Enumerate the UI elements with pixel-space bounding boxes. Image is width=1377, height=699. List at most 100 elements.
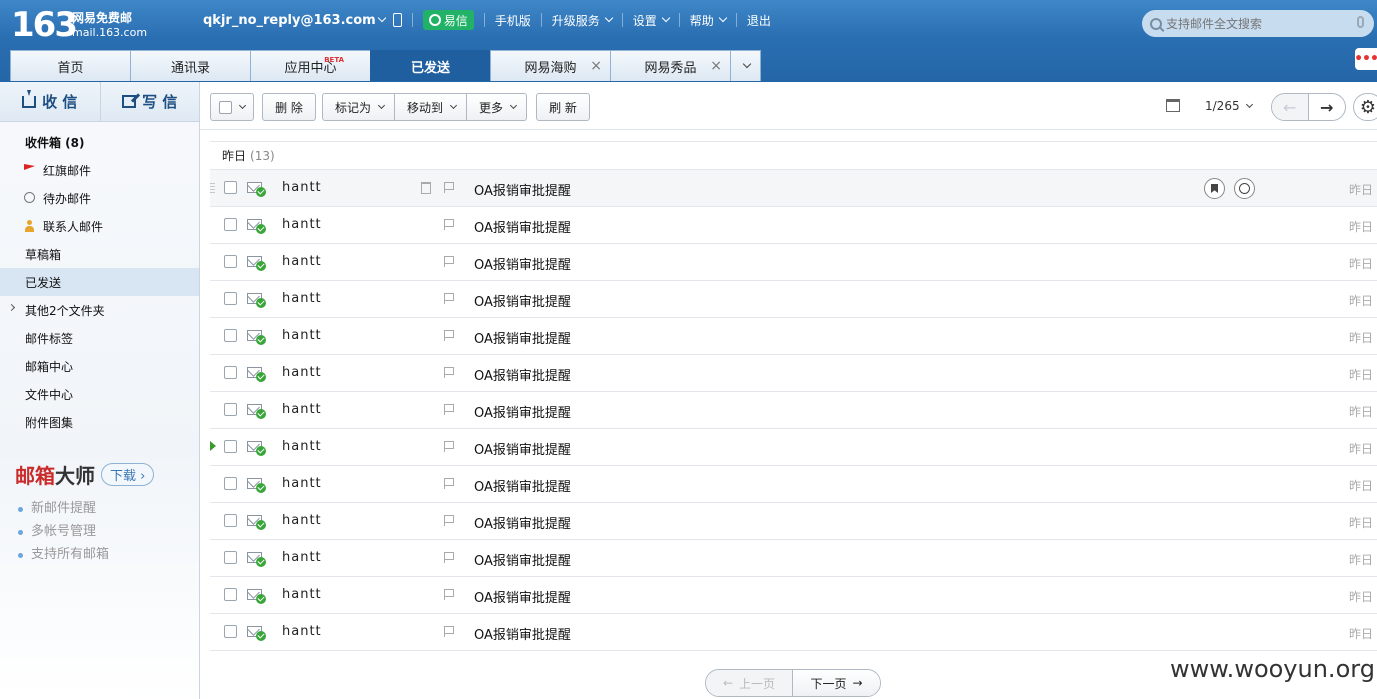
tab-app-center[interactable]: 应用中心 BETA (250, 50, 371, 81)
select-all-checkbox[interactable] (219, 100, 232, 114)
mail-row[interactable]: hantt OA报销审批提醒 昨日 (210, 466, 1377, 503)
search-box[interactable] (1142, 10, 1374, 37)
next-page-arrow-icon[interactable]: → (1309, 94, 1346, 120)
mail-row[interactable]: hantt OA报销审批提醒 昨日 (210, 614, 1377, 651)
folder-drafts[interactable]: 草稿箱 (0, 240, 199, 268)
logout-link[interactable]: 退出 (747, 12, 771, 29)
mark-as-button[interactable]: 标记为 (323, 94, 394, 120)
mail-row[interactable]: hantt OA报销审批提醒 昨日 (210, 392, 1377, 429)
mail-sender[interactable]: hantt (282, 402, 322, 417)
close-icon[interactable]: × (710, 58, 722, 74)
row-checkbox[interactable] (224, 329, 237, 342)
folder-inbox[interactable]: 收件箱 (8) (0, 128, 199, 156)
row-checkbox[interactable] (224, 292, 237, 305)
search-input[interactable] (1166, 16, 1346, 31)
folder-attachment-gallery[interactable]: 附件图集 (0, 408, 199, 436)
flag-icon[interactable] (444, 441, 454, 452)
mail-row[interactable]: hantt OA报销审批提醒 昨日 (210, 207, 1377, 244)
mail-row[interactable]: hantt OA报销审批提醒 昨日 (210, 244, 1377, 281)
mail-row[interactable]: hantt OA报销审批提醒 昨日 (210, 503, 1377, 540)
bookmark-button[interactable] (1204, 178, 1225, 199)
mail-sender[interactable]: hantt (282, 291, 322, 306)
tab-contacts[interactable]: 通讯录 (130, 50, 251, 81)
row-checkbox[interactable] (224, 588, 237, 601)
mail-row[interactable]: hantt OA报销审批提醒 昨日 (210, 577, 1377, 614)
tab-netease-xiupin[interactable]: 网易秀品 × (610, 50, 731, 81)
page-selector[interactable]: 1/265 (1205, 99, 1253, 113)
download-button[interactable]: 下载 › (101, 463, 155, 486)
row-checkbox[interactable] (224, 255, 237, 268)
more-options-button[interactable]: ••• (1354, 48, 1377, 70)
tab-more-button[interactable] (730, 50, 761, 81)
prev-page-button[interactable]: ← 上一页 (706, 670, 793, 696)
mail-row[interactable]: hantt OA报销审批提醒 昨日 (210, 355, 1377, 392)
gear-icon[interactable]: ⚙ (1353, 93, 1377, 121)
flag-icon[interactable] (444, 293, 454, 304)
refresh-button[interactable]: 刷 新 (536, 93, 590, 121)
mail-subject[interactable]: OA报销审批提醒 (474, 180, 571, 199)
mail-sender[interactable]: hantt (282, 550, 322, 565)
mail-subject[interactable]: OA报销审批提醒 (474, 624, 571, 643)
row-checkbox[interactable] (224, 514, 237, 527)
tab-home[interactable]: 首页 (10, 50, 131, 81)
flag-icon[interactable] (444, 367, 454, 378)
tab-netease-haigou[interactable]: 网易海购 × (490, 50, 611, 81)
upgrade-service-link[interactable]: 升级服务 (552, 12, 614, 29)
flag-icon[interactable] (444, 589, 454, 600)
move-to-button[interactable]: 移动到 (394, 94, 466, 120)
row-checkbox[interactable] (224, 366, 237, 379)
folder-mail-tags[interactable]: 邮件标签 (0, 324, 199, 352)
drag-handle-icon[interactable] (210, 183, 215, 193)
chevron-down-icon[interactable] (377, 13, 386, 23)
mail-subject[interactable]: OA报销审批提醒 (474, 439, 571, 458)
microphone-icon[interactable] (1357, 16, 1364, 28)
help-link[interactable]: 帮助 (690, 12, 728, 29)
search-icon[interactable] (1150, 17, 1162, 30)
logo[interactable]: 163 网易免费邮 mail.163.com (11, 7, 147, 43)
mail-sender[interactable]: hantt (282, 217, 322, 232)
mail-subject[interactable]: OA报销审批提醒 (474, 550, 571, 569)
row-checkbox[interactable] (224, 181, 237, 194)
folder-sent[interactable]: 已发送 (0, 268, 199, 296)
yixin-button[interactable]: 易信 (422, 10, 474, 30)
folder-file-center[interactable]: 文件中心 (0, 380, 199, 408)
reminder-button[interactable] (1234, 178, 1255, 199)
mail-row[interactable]: hantt OA报销审批提醒 昨日 (210, 429, 1377, 466)
mobile-version-link[interactable]: 手机版 (495, 12, 531, 29)
mail-subject[interactable]: OA报销审批提醒 (474, 402, 571, 421)
flag-icon[interactable] (444, 330, 454, 341)
mail-row[interactable]: hantt OA报销审批提醒 昨日 (210, 170, 1377, 207)
folder-mailbox-center[interactable]: 邮箱中心 (0, 352, 199, 380)
chevron-right-icon[interactable] (7, 303, 16, 312)
mail-row[interactable]: hantt OA报销审批提醒 昨日 (210, 540, 1377, 577)
mail-subject[interactable]: OA报销审批提醒 (474, 217, 571, 236)
user-email[interactable]: qkjr_no_reply@163.com (203, 13, 376, 28)
mail-sender[interactable]: hantt (282, 365, 322, 380)
mail-row[interactable]: hantt OA报销审批提醒 昨日 (210, 281, 1377, 318)
mail-sender[interactable]: hantt (282, 180, 322, 195)
flag-icon[interactable] (444, 256, 454, 267)
row-checkbox[interactable] (224, 551, 237, 564)
mail-subject[interactable]: OA报销审批提醒 (474, 365, 571, 384)
mail-sender[interactable]: hantt (282, 254, 322, 269)
select-all-dropdown[interactable] (210, 93, 254, 121)
folder-red-flag[interactable]: 红旗邮件 (0, 156, 199, 184)
mail-subject[interactable]: OA报销审批提醒 (474, 291, 571, 310)
mail-row[interactable]: hantt OA报销审批提醒 昨日 (210, 318, 1377, 355)
prev-page-arrow-icon[interactable]: ← (1272, 94, 1309, 120)
calendar-icon[interactable] (1166, 99, 1180, 112)
mail-subject[interactable]: OA报销审批提醒 (474, 254, 571, 273)
mail-sender[interactable]: hantt (282, 624, 322, 639)
folder-other[interactable]: 其他2个文件夹 (0, 296, 199, 324)
row-checkbox[interactable] (224, 218, 237, 231)
mail-subject[interactable]: OA报销审批提醒 (474, 476, 571, 495)
expand-thread-icon[interactable] (210, 441, 216, 451)
row-checkbox[interactable] (224, 625, 237, 638)
receive-button[interactable]: 收 信 (0, 82, 100, 121)
next-page-button[interactable]: 下一页 → (793, 670, 880, 696)
mail-subject[interactable]: OA报销审批提醒 (474, 328, 571, 347)
folder-todo[interactable]: 待办邮件 (0, 184, 199, 212)
flag-icon[interactable] (444, 626, 454, 637)
flag-icon[interactable] (444, 478, 454, 489)
mail-subject[interactable]: OA报销审批提醒 (474, 587, 571, 606)
